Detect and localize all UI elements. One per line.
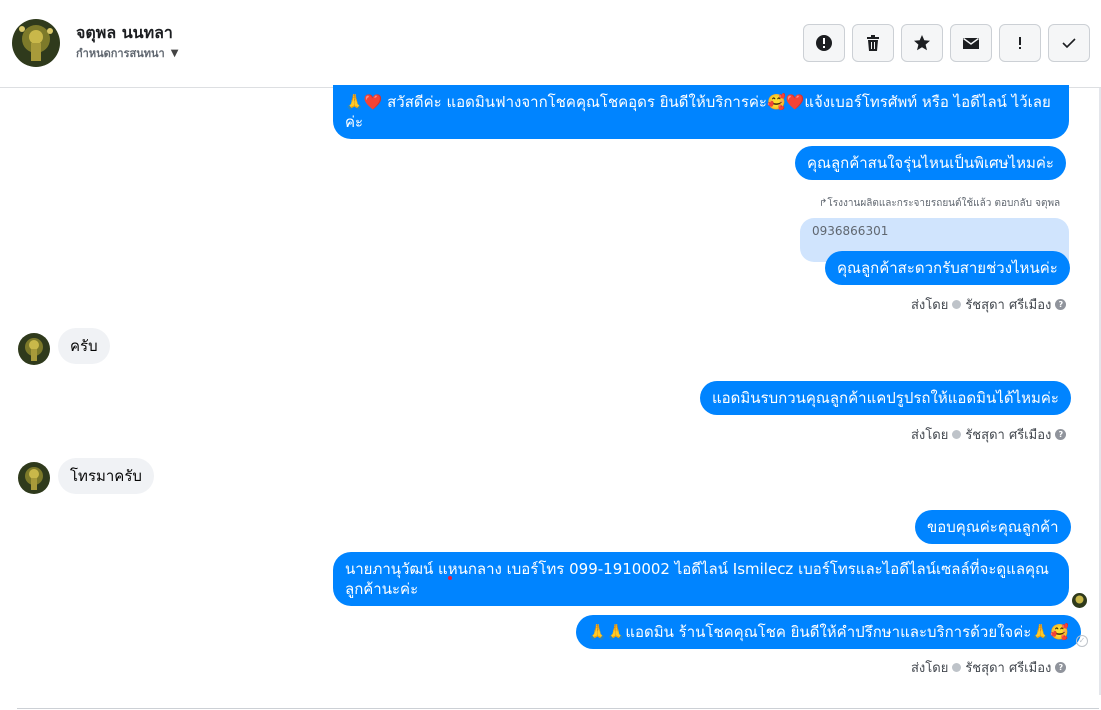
message-outgoing[interactable]: ขอบคุณค่ะคุณลูกค้า bbox=[915, 510, 1071, 544]
sent-by-info: ส่งโดย รัชสุดา ศรีเมือง ? bbox=[911, 424, 1067, 445]
contact-avatar-small[interactable] bbox=[18, 462, 50, 494]
contact-avatar[interactable] bbox=[12, 19, 60, 67]
sent-by-prefix: ส่งโดย bbox=[911, 428, 949, 443]
sender-name[interactable]: รัชสุดา ศรีเมือง bbox=[965, 294, 1051, 315]
sent-by-info: ส่งโดย รัชสุดา ศรีเมือง ? bbox=[911, 294, 1067, 315]
help-icon[interactable]: ? bbox=[1055, 429, 1067, 440]
message-incoming[interactable]: ครับ bbox=[58, 328, 110, 364]
delete-button[interactable] bbox=[852, 24, 894, 62]
mark-done-button[interactable] bbox=[1048, 24, 1090, 62]
header-actions bbox=[803, 24, 1090, 62]
delivered-check-icon: ✓ bbox=[1076, 635, 1088, 647]
sent-by-prefix: ส่งโดย bbox=[911, 661, 949, 676]
sender-status-icon bbox=[952, 430, 962, 439]
sender-status-icon bbox=[952, 300, 962, 309]
sender-name[interactable]: รัชสุดา ศรีเมือง bbox=[965, 424, 1051, 445]
message-incoming[interactable]: โทรมาครับ bbox=[58, 458, 154, 494]
sent-by-info: ส่งโดย รัชสุดา ศรีเมือง ? bbox=[911, 657, 1067, 678]
help-icon[interactable]: ? bbox=[1055, 662, 1067, 673]
message-outgoing[interactable]: 🙏🙏แอดมิน ร้านโชคคุณโชค ยินดีให้คำปรึกษาแ… bbox=[576, 615, 1081, 649]
help-icon[interactable]: ? bbox=[1055, 299, 1067, 310]
conversation-label-dropdown[interactable]: กำหนดการสนทนา ▼ bbox=[76, 44, 178, 62]
follow-up-button[interactable] bbox=[999, 24, 1041, 62]
cursor-mark bbox=[448, 576, 452, 580]
message-outgoing[interactable]: คุณลูกค้าสะดวกรับสายช่วงไหนค่ะ bbox=[825, 251, 1070, 285]
star-button[interactable] bbox=[901, 24, 943, 62]
reply-context: ↱โรงงานผลิตและกระจายรถยนต์ใช้แล้ว ตอบกลั… bbox=[819, 198, 1061, 209]
message-outgoing[interactable]: 🙏❤️ สวัสดีค่ะ แอดมินฟางจากโชคคุณโชคอุดร … bbox=[333, 85, 1069, 139]
seen-avatar bbox=[1072, 593, 1087, 608]
caret-down-icon: ▼ bbox=[170, 47, 179, 59]
message-outgoing[interactable]: คุณลูกค้าสนใจรุ่นไหนเป็นพิเศษไหมค่ะ bbox=[795, 146, 1066, 180]
exclamation-circle-icon bbox=[816, 35, 832, 51]
sent-by-prefix: ส่งโดย bbox=[911, 298, 949, 313]
mark-unread-button[interactable] bbox=[950, 24, 992, 62]
report-button[interactable] bbox=[803, 24, 845, 62]
contact-avatar-small[interactable] bbox=[18, 333, 50, 365]
composer-divider bbox=[17, 708, 1099, 709]
conversation-label: กำหนดการสนทนา bbox=[76, 47, 165, 60]
quoted-text: 0936866301 bbox=[812, 224, 889, 238]
exclamation-icon bbox=[1019, 37, 1021, 49]
sender-name[interactable]: รัชสุดา ศรีเมือง bbox=[965, 657, 1051, 678]
envelope-icon bbox=[963, 37, 979, 49]
contact-name: จตุพล นนทลา bbox=[76, 23, 173, 42]
message-outgoing[interactable]: นายภานุวัฒน์ แหนกลาง เบอร์โทร 099-191000… bbox=[333, 552, 1069, 606]
message-outgoing[interactable]: แอดมินรบกวนคุณลูกค้าแคปรูปรถให้แอดมินได้… bbox=[700, 381, 1071, 415]
star-icon bbox=[914, 35, 930, 51]
conversation-header: จตุพล นนทลา กำหนดการสนทนา ▼ bbox=[0, 0, 1101, 88]
sender-status-icon bbox=[952, 663, 962, 672]
checkmark-icon bbox=[1062, 38, 1076, 49]
trash-icon bbox=[867, 35, 879, 51]
